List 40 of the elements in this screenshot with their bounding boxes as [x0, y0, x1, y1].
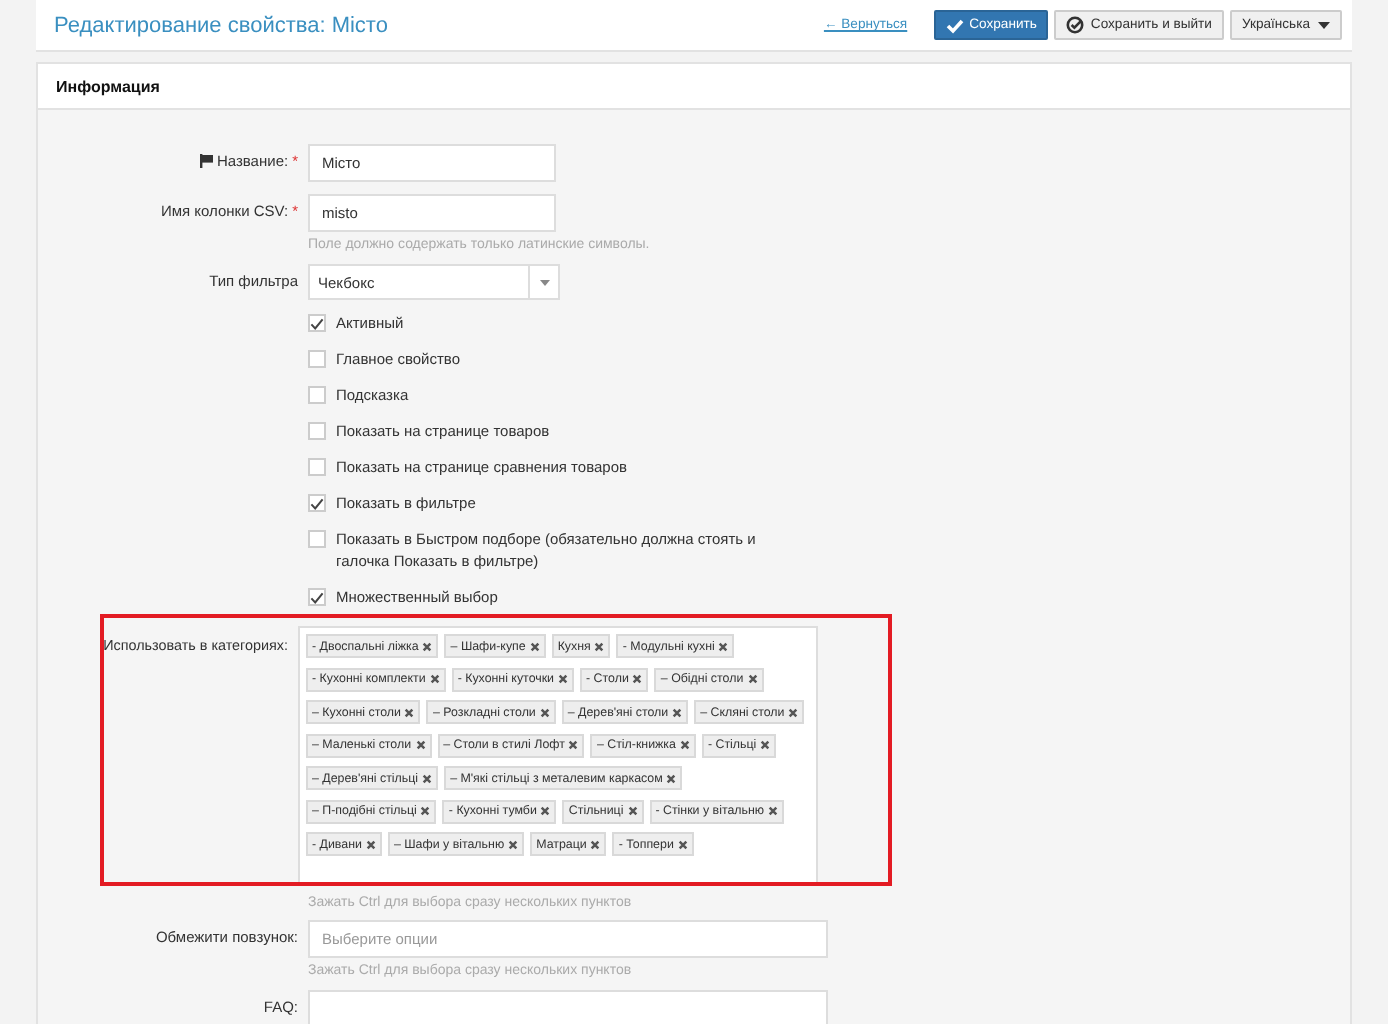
remove-icon — [404, 707, 415, 717]
faq-textarea[interactable] — [308, 990, 828, 1024]
checkbox[interactable] — [308, 314, 326, 332]
check-icon — [310, 591, 324, 603]
caret-icon — [1318, 21, 1330, 29]
remove-icon — [747, 674, 758, 684]
check-icon — [310, 497, 324, 509]
remove-icon — [768, 806, 779, 816]
remove-icon — [415, 740, 426, 750]
categories-multiselect[interactable] — [298, 626, 818, 882]
remove-icon — [540, 806, 551, 816]
remove-icon — [422, 641, 433, 651]
check-circle-icon — [1066, 16, 1085, 34]
remove-icon — [365, 839, 376, 849]
check-icon — [945, 17, 964, 33]
remove-icon — [594, 641, 605, 651]
remove-icon — [679, 740, 690, 750]
checkbox[interactable] — [308, 494, 326, 512]
check-icon — [310, 317, 324, 329]
remove-icon — [539, 707, 550, 717]
remove-icon — [672, 707, 683, 717]
panel-title: Информация — [56, 77, 160, 95]
remove-icon — [788, 707, 799, 717]
remove-icon — [590, 839, 601, 849]
remove-icon — [677, 839, 688, 849]
remove-icon — [760, 740, 771, 750]
remove-icon — [568, 740, 579, 750]
dropdown-arrow-icon — [539, 279, 549, 285]
checkbox[interactable] — [308, 588, 326, 606]
remove-icon — [422, 773, 433, 783]
remove-icon — [666, 773, 677, 783]
remove-icon — [420, 806, 431, 816]
remove-icon — [627, 806, 638, 816]
remove-icon — [429, 674, 440, 684]
page-title: Редактирование свойства: Місто — [54, 13, 388, 37]
remove-icon — [529, 641, 540, 651]
remove-icon — [718, 641, 729, 651]
remove-icon — [558, 674, 569, 684]
remove-icon — [508, 839, 519, 849]
remove-icon — [632, 674, 643, 684]
